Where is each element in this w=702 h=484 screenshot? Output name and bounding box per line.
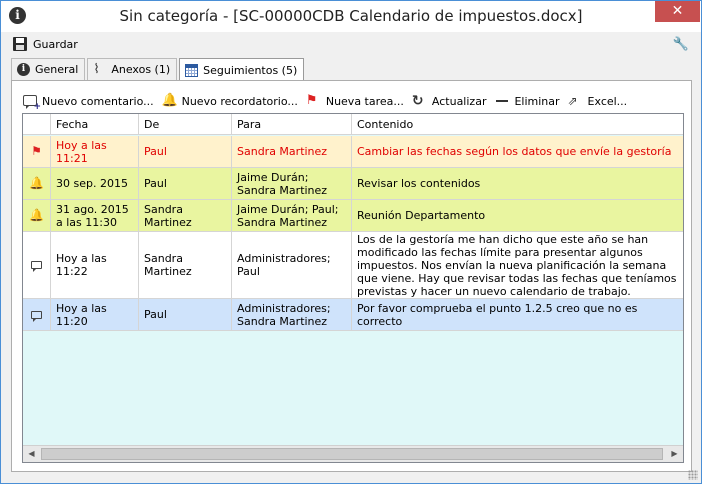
tab-seguimientos[interactable]: Seguimientos (5) — [179, 58, 305, 81]
cell-para: Administradores; Sandra Martinez — [232, 299, 352, 330]
column-header-icon[interactable] — [23, 114, 51, 135]
cell-de: Sandra Martinez — [139, 232, 232, 298]
table-row[interactable]: 🔔 31 ago. 2015 a las 11:30 Sandra Martinez… — [23, 200, 683, 232]
export-icon: ⇗ — [567, 94, 578, 108]
cell-contenido: Los de la gestoría me han dicho que este… — [357, 232, 677, 298]
new-comment-button[interactable]: + Nuevo comentario... — [22, 91, 154, 112]
column-header-de[interactable]: De — [139, 114, 232, 135]
wrench-icon[interactable]: 🔧 — [673, 37, 689, 52]
comment-icon — [31, 261, 42, 272]
toolbar: + Nuevo comentario... 🔔 Nuevo recordator… — [22, 91, 635, 112]
cell-para: Jaime Durán; Paul; Sandra Martinez — [232, 200, 352, 231]
delete-button[interactable]: Eliminar — [494, 91, 560, 111]
tab-panel: + Nuevo comentario... 🔔 Nuevo recordator… — [11, 80, 692, 472]
menu-bar: Guardar 🔧 — [1, 32, 701, 56]
followups-grid: Fecha De Para Contenido ⚑ Hoy a las 11:21… — [22, 113, 684, 463]
refresh-button[interactable]: ↻ Actualizar — [412, 91, 487, 111]
bell-icon: 🔔 — [161, 93, 178, 108]
scroll-left-icon[interactable]: ◀ — [23, 446, 40, 462]
tab-strip: i General ⌇ Anexos (1) Seguimientos (5) — [11, 58, 306, 81]
scroll-right-icon[interactable]: ▶ — [666, 446, 683, 462]
save-label: Guardar — [33, 37, 78, 51]
minus-icon — [494, 93, 510, 109]
close-button[interactable]: ✕ — [655, 1, 700, 22]
cell-para: Administradores; Paul — [232, 232, 352, 298]
comment-icon — [31, 310, 42, 322]
window-title: Sin categoría - [SC-00000CDB Calendario … — [119, 7, 583, 25]
row-type-icon-cell: 🔔 — [23, 200, 51, 231]
bell-icon: 🔔 — [29, 176, 44, 190]
cell-fecha: 30 sep. 2015 — [51, 168, 139, 199]
cell-contenido: Revisar los contenidos — [357, 177, 481, 190]
cell-de: Paul — [139, 136, 232, 167]
row-type-icon-cell: ⚑ — [23, 136, 51, 167]
app-window: i Sin categoría - [SC-00000CDB Calendari… — [0, 0, 702, 484]
cell-fecha: 31 ago. 2015 a las 11:30 — [51, 200, 139, 231]
tab-label: General — [35, 63, 79, 76]
tab-general[interactable]: i General — [11, 58, 86, 80]
tab-anexos[interactable]: ⌇ Anexos (1) — [87, 58, 178, 80]
column-header-contenido[interactable]: Contenido — [352, 114, 683, 135]
refresh-label: Actualizar — [431, 94, 487, 108]
cell-contenido: Reunión Departamento — [357, 209, 486, 222]
new-reminder-button[interactable]: 🔔 Nuevo recordatorio... — [162, 91, 298, 111]
column-header-para[interactable]: Para — [232, 114, 352, 135]
flag-icon: ⚑ — [305, 93, 318, 108]
cell-de: Sandra Martinez — [139, 200, 232, 231]
title-bar: i Sin categoría - [SC-00000CDB Calendari… — [1, 1, 701, 32]
info-icon: i — [17, 63, 30, 76]
floppy-disk-icon — [13, 37, 27, 51]
table-row[interactable]: ⚑ Hoy a las 11:21 Paul Sandra Martinez Cambi… — [23, 136, 683, 168]
cell-contenido: Por favor comprueba el punto 1.2.5 creo … — [357, 301, 638, 328]
table-row[interactable]: Hoy a las 11:22 Sandra Martinez Administra… — [23, 232, 683, 299]
flag-icon: ⚑ — [31, 144, 42, 158]
new-comment-label: Nuevo comentario... — [42, 94, 154, 108]
paperclip-icon: ⌇ — [93, 62, 100, 77]
bell-icon: 🔔 — [29, 208, 44, 222]
calendar-icon — [185, 63, 199, 77]
tab-label: Seguimientos (5) — [203, 63, 298, 77]
cell-de: Paul — [139, 168, 232, 199]
save-button[interactable]: Guardar — [13, 36, 78, 52]
cell-fecha: Hoy a las 11:20 — [51, 299, 139, 330]
table-row[interactable]: 🔔 30 sep. 2015 Paul Jaime Durán; Sandra Mar… — [23, 168, 683, 200]
cell-fecha: Hoy a las 11:22 — [51, 232, 139, 298]
export-excel-button[interactable]: ⇗ Excel... — [568, 91, 628, 111]
row-type-icon-cell: 🔔 — [23, 168, 51, 199]
cell-para: Jaime Durán; Sandra Martinez — [232, 168, 352, 199]
excel-label: Excel... — [587, 94, 628, 108]
cell-contenido: Cambiar las fechas según los datos que e… — [357, 145, 672, 158]
cell-fecha: Hoy a las 11:21 — [51, 136, 139, 167]
row-type-icon-cell — [23, 299, 51, 330]
new-comment-icon: + — [22, 93, 41, 112]
table-row[interactable]: Hoy a las 11:20 Paul Administradores; Sand… — [23, 299, 683, 331]
row-type-icon-cell — [23, 232, 51, 298]
column-header-fecha[interactable]: Fecha — [51, 114, 139, 135]
cell-de: Paul — [139, 299, 232, 330]
scroll-thumb[interactable] — [41, 448, 663, 460]
delete-label: Eliminar — [514, 94, 560, 108]
new-reminder-label: Nuevo recordatorio... — [181, 94, 298, 108]
new-task-label: Nueva tarea... — [325, 94, 404, 108]
new-task-button[interactable]: ⚑ Nueva tarea... — [306, 91, 404, 111]
tab-label: Anexos (1) — [111, 63, 171, 76]
resize-grip[interactable] — [688, 470, 698, 480]
horizontal-scrollbar[interactable]: ◀ ▶ — [23, 445, 683, 462]
cell-para: Sandra Martinez — [232, 136, 352, 167]
grid-header: Fecha De Para Contenido — [23, 114, 683, 135]
refresh-icon: ↻ — [411, 93, 424, 109]
